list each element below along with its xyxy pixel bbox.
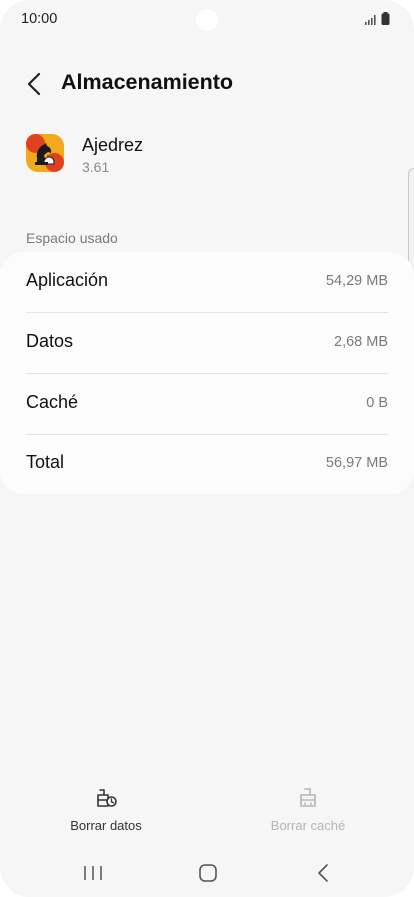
row-value: 0 B — [366, 395, 388, 411]
back-icon[interactable] — [314, 862, 332, 884]
status-icons — [365, 12, 390, 25]
row-label: Total — [26, 452, 65, 472]
page-title: Almacenamiento — [61, 70, 234, 94]
row-value: 2,68 MB — [334, 334, 388, 350]
chess-app-icon — [26, 134, 64, 172]
app-version: 3.61 — [82, 159, 110, 175]
storage-card: Aplicación 54,29 MB Datos 2,68 MB Caché … — [0, 252, 414, 494]
front-camera — [196, 9, 218, 31]
clear-data-label: Borrar datos — [70, 818, 142, 833]
battery-icon — [381, 12, 390, 25]
row-label: Caché — [26, 392, 79, 412]
storage-row-application: Aplicación 54,29 MB — [0, 252, 414, 312]
clear-cache-icon — [300, 788, 316, 807]
status-bar: 10:00 — [0, 0, 414, 40]
status-time: 10:00 — [21, 11, 58, 27]
recent-apps-icon[interactable] — [82, 864, 104, 882]
app-info: Ajedrez 3.61 — [0, 130, 414, 180]
navigation-bar — [0, 852, 414, 892]
storage-row-data: Datos 2,68 MB — [0, 313, 414, 373]
signal-icon — [365, 15, 376, 25]
home-icon[interactable] — [198, 863, 218, 883]
clear-data-button[interactable]: Borrar datos — [46, 786, 166, 842]
app-name: Ajedrez — [82, 135, 144, 155]
clear-cache-label: Borrar caché — [270, 818, 346, 833]
clear-data-icon — [97, 789, 117, 807]
storage-row-total: Total 56,97 MB — [0, 434, 414, 494]
row-value: 56,97 MB — [325, 455, 388, 471]
section-label: Espacio usado — [26, 230, 118, 246]
row-label: Datos — [26, 331, 74, 351]
app-bar: Almacenamiento — [0, 60, 414, 108]
row-label: Aplicación — [26, 270, 109, 290]
phone-screen: 10:00 Almacenamiento Ajedrez 3.61 Espaci… — [0, 0, 414, 897]
row-value: 54,29 MB — [325, 273, 388, 289]
clear-cache-button[interactable]: Borrar caché — [248, 786, 368, 842]
storage-row-cache: Caché 0 B — [0, 374, 414, 434]
chevron-left-icon[interactable] — [24, 70, 46, 98]
